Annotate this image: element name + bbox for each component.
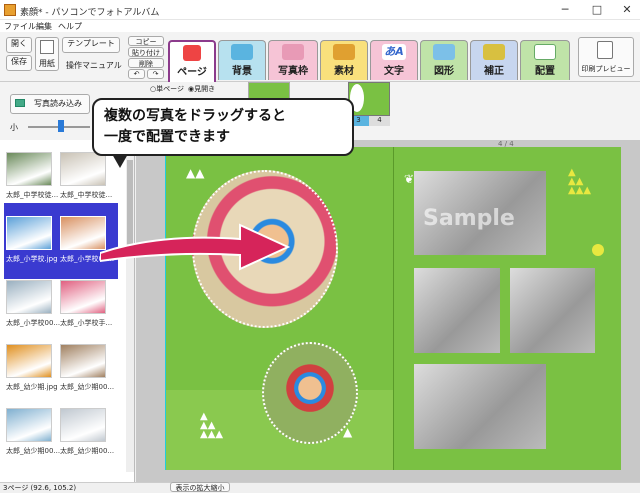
zoom-slider-handle[interactable]: [58, 120, 64, 132]
delete-button[interactable]: 削除: [128, 58, 164, 68]
zoom-small-label: 小: [10, 123, 18, 132]
template-button[interactable]: テンプレート: [62, 37, 120, 53]
tree-icon: ▲▲: [186, 166, 205, 180]
callout-line-1: 複数の写真をドラッグすると: [104, 108, 286, 124]
app-icon: [4, 4, 16, 16]
page-thumb-photo-2: [370, 84, 386, 112]
tab-background-label: 背景: [232, 66, 252, 77]
magnifier-icon: [597, 41, 613, 59]
photo-thumbnail-label: 太郎_小学校00...: [6, 319, 61, 327]
text-icon: あA: [382, 44, 406, 60]
tab-background[interactable]: 背景: [218, 40, 266, 80]
background-icon: [231, 44, 253, 60]
tab-shapes[interactable]: 図形: [420, 40, 468, 80]
photo-thumbnail-label: 太郎_中学校徒...: [6, 191, 59, 199]
tab-text[interactable]: あA 文字: [370, 40, 418, 80]
tab-text-label: 文字: [384, 66, 404, 77]
photo-thumbnail[interactable]: [6, 152, 52, 186]
tab-photo-frame-label: 写真枠: [278, 66, 308, 77]
view-single-label: 単ページ: [156, 85, 184, 93]
load-photos-label: 写真読み込み: [34, 99, 82, 108]
photo-thumbnail[interactable]: [6, 280, 52, 314]
photo-lake[interactable]: [414, 268, 500, 353]
tab-layout[interactable]: 配置: [520, 40, 570, 80]
menu-help[interactable]: ヘルプ: [58, 21, 82, 32]
minimize-button[interactable]: ─: [550, 0, 580, 20]
menu-edit[interactable]: 編集: [36, 21, 52, 32]
menu-bar: [0, 20, 640, 32]
copy-button[interactable]: コピー: [128, 36, 164, 46]
maximize-button[interactable]: □: [582, 0, 612, 20]
photo-thumbnail[interactable]: [6, 216, 52, 250]
menu-file[interactable]: ファイル: [4, 21, 36, 32]
open-button[interactable]: 開く: [6, 37, 32, 53]
tab-correction-label: 補正: [484, 66, 504, 77]
view-spread-label: 見開き: [194, 85, 216, 93]
photo-thumbnail-label: 太郎_幼少期.jpg: [6, 383, 58, 391]
undo-button[interactable]: ↶: [128, 69, 145, 79]
photo-thumbnail[interactable]: [60, 152, 106, 186]
book-icon: [183, 45, 201, 61]
status-bar: [0, 482, 640, 493]
save-button[interactable]: 保存: [6, 55, 32, 71]
photo-shrine[interactable]: [414, 364, 546, 449]
photo-thumbnail-label: 太郎_幼少期00...: [6, 447, 61, 455]
callout-tail: [112, 154, 128, 168]
photo-frame-icon: [282, 44, 304, 60]
flower-icon: [333, 44, 355, 60]
print-preview-label: 印刷プレビュー: [581, 65, 631, 73]
status-coords: 3ページ (92.6, 105.2): [3, 484, 77, 492]
view-single-radio[interactable]: ○単ページ: [150, 84, 184, 94]
leaf-icon: ❦: [404, 172, 415, 186]
photo-thumbnail-label: 太郎_幼少期00...: [60, 447, 115, 455]
manual-link[interactable]: 操作マニュアル: [66, 60, 122, 71]
window-title: 素顔* - パソコンでフォトアルバム: [20, 8, 160, 18]
callout-line-2: 一度で配置できます: [104, 129, 230, 145]
photo-thumbnail[interactable]: [6, 344, 52, 378]
tab-correction[interactable]: 補正: [470, 40, 518, 80]
tab-page[interactable]: ページ: [168, 40, 216, 82]
zoom-toggle-button[interactable]: 表示の拡大縮小: [170, 482, 230, 492]
photo-thumbnail-label: 太郎_小学校.jpg: [6, 255, 58, 263]
tab-page-label: ページ: [177, 67, 207, 78]
tab-photo-frame[interactable]: 写真枠: [268, 40, 318, 80]
photo-thumbnail-label: 太郎_小学校手...: [60, 319, 113, 327]
tab-layout-label: 配置: [535, 66, 555, 77]
sunflower-icon: [483, 44, 505, 60]
layout-icon: [534, 44, 556, 60]
view-spread-radio[interactable]: ◉見開き: [188, 84, 215, 94]
close-button[interactable]: ✕: [612, 0, 640, 20]
paper-label: 用紙: [39, 59, 55, 68]
page-number-4[interactable]: 4: [369, 116, 390, 126]
callout-box: 複数の写真をドラッグすると 一度で配置できます: [92, 98, 354, 156]
photo-clocktower[interactable]: [510, 268, 595, 353]
image-icon: [15, 99, 25, 107]
triangle-decoration-icon-right: ▲ ▲▲ ▲▲▲: [568, 167, 592, 196]
photo-thumbnail[interactable]: [60, 344, 106, 378]
tab-materials[interactable]: 素材: [320, 40, 368, 80]
watermark-1: Sample: [423, 206, 515, 231]
photo-thumbnail-label: 太郎_幼少期00...: [60, 383, 115, 391]
tree-icon-right: ▲: [343, 425, 353, 439]
shapes-icon: [433, 44, 455, 60]
drag-arrow-icon: [100, 223, 290, 271]
redo-button[interactable]: ↷: [147, 69, 164, 79]
paste-button[interactable]: 貼り付け: [128, 47, 164, 57]
photo-thumbnail[interactable]: [6, 408, 52, 442]
dot-decoration: [592, 244, 604, 256]
photo-thumbnail[interactable]: [60, 280, 106, 314]
paper-icon: [40, 40, 54, 54]
triangle-decoration-icon: ▲ ▲▲ ▲▲▲: [200, 411, 224, 440]
photo-thumbnail[interactable]: [60, 408, 106, 442]
tab-materials-label: 素材: [334, 66, 354, 77]
page-guide: [165, 147, 166, 470]
tab-shapes-label: 図形: [434, 66, 454, 77]
photo-thumbnail-label: 太郎_中学校徒...: [60, 191, 113, 199]
